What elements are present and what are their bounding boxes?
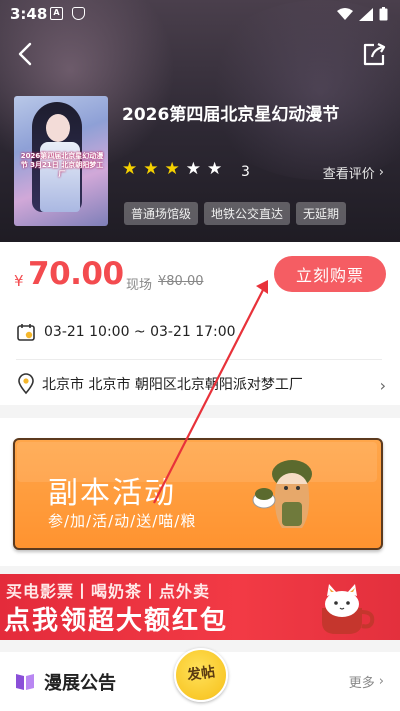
buy-now-button[interactable]: 立刻购票	[274, 256, 386, 292]
price-currency: ¥	[14, 272, 24, 290]
wifi-icon	[337, 7, 353, 20]
chevron-right-icon: ›	[379, 376, 386, 395]
activity-subtitle: 参/加/活/动/送/喵/粮	[48, 512, 197, 530]
back-icon[interactable]	[12, 40, 40, 68]
event-tag: 普通场馆级	[124, 202, 199, 225]
event-tags: 普通场馆级 地铁公交直达 无延期	[124, 202, 347, 225]
status-time: 3:48	[10, 5, 48, 23]
more-announcements-link[interactable]: 更多 ›	[349, 672, 384, 691]
poster-character-face	[46, 114, 70, 142]
onsite-price: ¥80.00	[158, 274, 204, 289]
rating-count: 3	[241, 164, 250, 180]
star-icon: ★	[122, 159, 138, 179]
promo-line1: 买电影票丨喝奶茶丨点外卖	[6, 582, 211, 601]
event-time-row: 03-21 10:00 ~ 03-21 17:00	[16, 318, 236, 346]
poster-caption: 2026第四届北京星幻动漫节 3月21日 北京朝阳梦工厂	[20, 152, 104, 178]
post-button[interactable]: 发帖	[174, 648, 228, 702]
event-time: 03-21 10:00 ~ 03-21 17:00	[44, 324, 236, 340]
calendar-icon	[17, 324, 35, 341]
location-pin-icon	[18, 373, 34, 395]
a-icon: A	[50, 7, 63, 20]
ticket-price: 70.00	[28, 256, 124, 292]
divider	[16, 359, 382, 360]
event-location: 北京市 北京市 朝阳区北京朝阳派对梦工厂	[42, 377, 303, 393]
shield-icon	[72, 7, 85, 20]
star-icon: ★	[164, 159, 180, 179]
onsite-price-label: 现场	[126, 278, 153, 293]
chevron-right-icon: ›	[378, 674, 384, 689]
book-icon	[16, 674, 34, 690]
cat-cup-illustration	[322, 584, 375, 634]
status-bar: 3:48 A	[0, 0, 400, 28]
event-title: 2026第四届北京星幻动漫节	[122, 105, 340, 125]
share-icon[interactable]	[360, 40, 388, 68]
announcement-title: 漫展公告	[44, 673, 116, 694]
view-reviews-label: 查看评价	[322, 167, 375, 182]
event-tag: 无延期	[296, 202, 347, 225]
promo-line2: 点我领超大额红包	[4, 606, 229, 636]
chevron-right-icon: ›	[378, 165, 384, 180]
event-location-row[interactable]: 北京市 北京市 朝阳区北京朝阳派对梦工厂 ›	[16, 370, 386, 398]
event-poster[interactable]: 2026第四届北京星幻动漫节 3月21日 北京朝阳梦工厂	[14, 96, 108, 226]
star-icon: ★	[185, 159, 201, 179]
star-icon: ★	[143, 159, 159, 179]
view-reviews-link[interactable]: 查看评价 ›	[323, 163, 384, 182]
event-tag: 地铁公交直达	[204, 202, 291, 225]
rating-stars: ★ ★ ★ ★ ★	[122, 161, 222, 178]
star-icon: ★	[207, 159, 223, 179]
status-indicators	[337, 7, 388, 21]
battery-icon	[379, 7, 388, 21]
activity-title: 副本活动	[48, 476, 176, 511]
signal-icon	[359, 7, 373, 21]
post-button-label: 发帖	[186, 664, 217, 684]
mascot-illustration	[252, 460, 312, 528]
more-label: 更多	[348, 676, 375, 691]
